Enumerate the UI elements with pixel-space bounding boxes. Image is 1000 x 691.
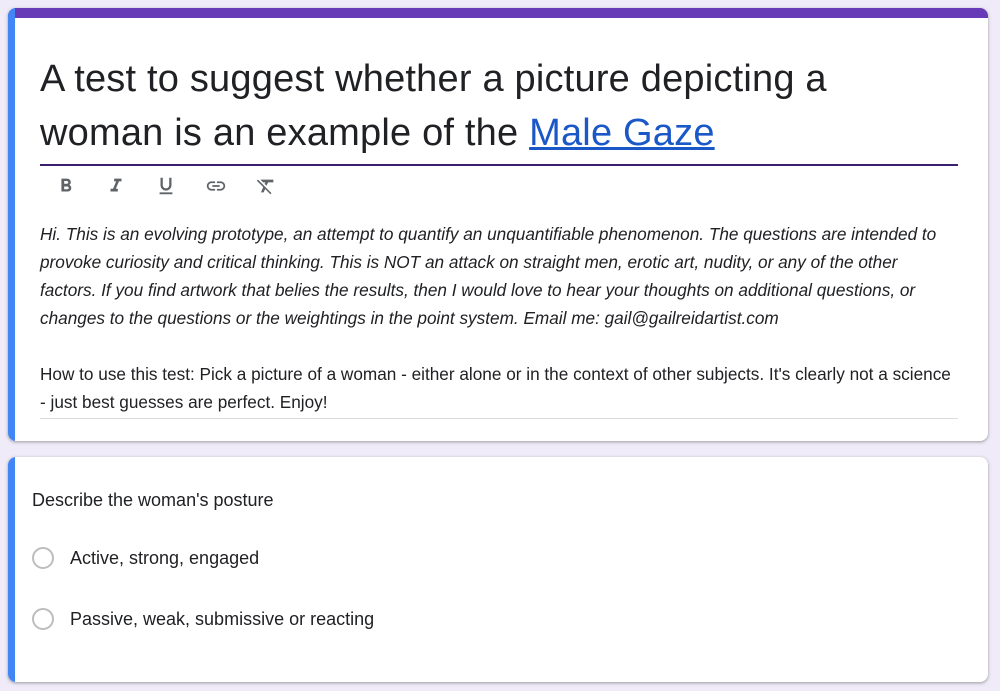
option-label: Active, strong, engaged: [70, 547, 260, 568]
selected-indicator-bar: [8, 457, 15, 682]
option-label: Passive, weak, submissive or reacting: [70, 608, 375, 629]
bold-icon: [61, 178, 72, 192]
description-underline: [40, 418, 958, 419]
radio-button[interactable]: [32, 608, 54, 630]
clear-formatting-button[interactable]: [248, 168, 284, 204]
radio-button[interactable]: [32, 547, 54, 569]
underline-button[interactable]: [148, 168, 184, 204]
form-description-field[interactable]: Hi. This is an evolving prototype, an at…: [40, 220, 958, 416]
male-gaze-link[interactable]: Male Gaze: [529, 112, 715, 154]
selected-indicator-bar: [8, 8, 15, 441]
italic-button[interactable]: [98, 168, 134, 204]
option-passive[interactable]: Passive, weak, submissive or reacting: [32, 608, 374, 630]
description-instructions: How to use this test: Pick a picture of …: [40, 364, 951, 412]
question-title: Describe the woman's posture: [32, 490, 274, 510]
option-active[interactable]: Active, strong, engaged: [32, 547, 259, 569]
bold-button[interactable]: [48, 168, 84, 204]
theme-color-bar: [8, 8, 988, 18]
italic-icon: [110, 178, 122, 192]
clear-formatting-icon: [256, 179, 274, 195]
text-format-toolbar: [48, 168, 298, 204]
form-title[interactable]: A test to suggest whether a picture depi…: [40, 52, 958, 160]
description-intro: Hi. This is an evolving prototype, an at…: [40, 224, 937, 328]
form-title-field[interactable]: A test to suggest whether a picture depi…: [40, 52, 958, 166]
underline-icon: [159, 177, 173, 195]
insert-link-button[interactable]: [198, 168, 234, 204]
form-header-card: A test to suggest whether a picture depi…: [8, 8, 988, 441]
link-icon: [206, 181, 226, 191]
